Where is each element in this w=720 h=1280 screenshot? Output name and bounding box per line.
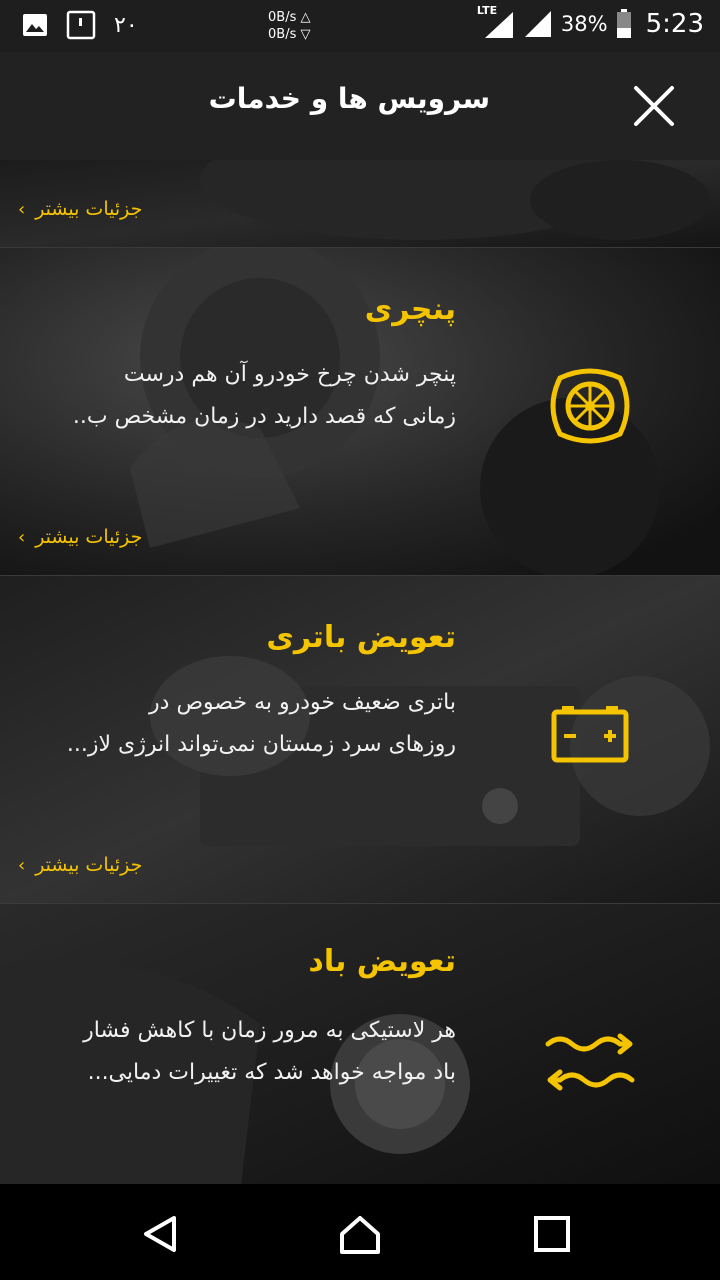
chevron-left-icon: ‹ [18, 854, 26, 876]
net-download: 0B/s ▽ [268, 27, 311, 42]
service-description: پنچر شدن چرخ خودرو آن هم درست زمانی که ق… [26, 354, 456, 438]
page-title: سرویس ها و خدمات [208, 82, 490, 115]
signal-icon [524, 11, 551, 37]
status-left: ۲۰ [22, 10, 138, 40]
more-details-link[interactable]: ‹ جزئیات بیشتر [18, 854, 142, 876]
more-details-label: جزئیات بیشتر [35, 198, 143, 220]
service-card-battery[interactable]: تعویض باتری باتری ضعیف خودرو به خصوص در … [0, 576, 720, 904]
status-right: LTE 38% 5:23 [477, 4, 704, 40]
recents-icon[interactable] [530, 1212, 574, 1256]
battery-percent: 38% [560, 12, 608, 36]
service-title: پنچری [364, 292, 456, 327]
gallery-notification-icon [23, 14, 47, 36]
more-details-link[interactable]: ‹ جزئیات بیشتر [18, 526, 142, 548]
back-icon[interactable] [138, 1212, 182, 1256]
more-details-link[interactable]: ‹ جزئیات بیشتر [18, 198, 142, 220]
notification-count: ۲۰ [114, 12, 138, 38]
service-description: باتری ضعیف خودرو به خصوص در روزهای سرد ز… [26, 682, 456, 766]
battery-icon-status [616, 9, 631, 38]
more-details-label: جزئیات بیشتر [35, 526, 143, 548]
services-list[interactable]: ‹ جزئیات بیشتر پنچری پنچر شدن چرخ خودرو … [0, 160, 720, 1184]
sim-notification-icon [66, 10, 96, 40]
clock: 5:23 [645, 9, 704, 39]
net-upload: 0B/s △ [268, 10, 311, 25]
description-line: زمانی که قصد دارید در زمان مشخص ب.. [72, 404, 456, 429]
service-description: هر لاستیکی به مرور زمان با کاهش فشار باد… [26, 1010, 456, 1094]
chevron-left-icon: ‹ [18, 198, 26, 220]
service-title: تعویض باد [308, 944, 456, 979]
description-line: باد مواجه خواهد شد که تغییرات دمایی... [87, 1060, 456, 1085]
service-card-air[interactable]: تعویض باد هر لاستیکی به مرور زمان با کاه… [0, 904, 720, 1184]
chevron-left-icon: ‹ [18, 526, 26, 548]
service-title: تعویض باتری [266, 620, 456, 655]
battery-icon [551, 706, 629, 763]
home-icon[interactable] [338, 1212, 382, 1256]
air-exchange-icon [545, 1033, 635, 1091]
lte-signal-icon: LTE [477, 4, 515, 40]
status-bar: ۲۰ 0B/s △ 0B/s ▽ LTE 38% 5:23 [0, 0, 720, 52]
app-bar: سرویس ها و خدمات [0, 52, 720, 160]
description-line: هر لاستیکی به مرور زمان با کاهش فشار [83, 1018, 456, 1043]
more-details-label: جزئیات بیشتر [35, 854, 143, 876]
service-card-partial[interactable]: ‹ جزئیات بیشتر [0, 160, 720, 248]
close-icon[interactable] [630, 82, 678, 130]
description-line: پنچر شدن چرخ خودرو آن هم درست [123, 362, 456, 387]
description-line: باتری ضعیف خودرو به خصوص در [149, 690, 456, 715]
description-line: روزهای سرد زمستان نمی‌تواند انرژی لاز... [66, 732, 456, 757]
service-card-puncture[interactable]: پنچری پنچر شدن چرخ خودرو آن هم درست زمان… [0, 248, 720, 576]
navigation-bar [0, 1184, 720, 1280]
tire-icon [550, 368, 630, 444]
network-speed: 0B/s △ 0B/s ▽ [268, 9, 310, 43]
